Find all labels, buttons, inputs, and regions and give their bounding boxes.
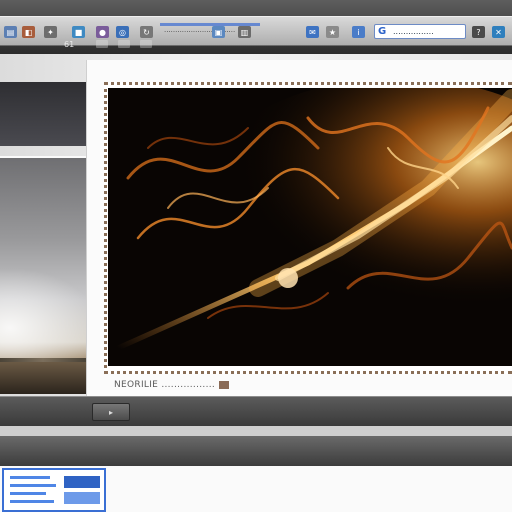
help-icon[interactable]: ? — [472, 26, 485, 38]
toolbar: ▤ ◧ ✦ ■ ● ◎ ↻ ..........................… — [0, 0, 512, 54]
refresh-icon[interactable]: ↻ — [140, 26, 153, 38]
gear-icon[interactable]: ✦ — [44, 26, 57, 38]
nav-button[interactable] — [96, 40, 108, 48]
browser-logo-icon: G — [378, 26, 387, 37]
zoom-level: 61 — [64, 40, 75, 49]
print-icon[interactable]: ▥ — [238, 26, 251, 38]
ground — [0, 362, 86, 394]
lock-icon[interactable]: ■ — [72, 26, 85, 38]
image-icon[interactable]: ◧ — [22, 26, 35, 38]
main-image[interactable] — [108, 88, 512, 366]
play-button[interactable]: ▸ — [92, 403, 130, 421]
mail-icon[interactable]: ✉ — [306, 26, 319, 38]
thumbnail-line — [10, 476, 50, 479]
person-icon[interactable]: ● — [96, 26, 109, 38]
info-icon[interactable]: i — [352, 26, 365, 38]
thumbnail-line — [10, 500, 54, 503]
toolbar-row: ▤ ◧ ✦ ■ ● ◎ ↻ ..........................… — [0, 16, 512, 46]
image-caption: NEORILIE ................. — [114, 380, 230, 390]
search-icon[interactable]: ◎ — [116, 26, 129, 38]
caption-text: NEORILIE ................. — [114, 380, 216, 390]
play-icon: ▸ — [108, 407, 113, 417]
thumbnail-block — [64, 476, 100, 488]
close-icon[interactable]: ✕ — [492, 26, 505, 38]
address-bar[interactable]: G ................ — [374, 24, 466, 39]
status-bar — [0, 436, 512, 466]
star-icon[interactable]: ★ — [326, 26, 339, 38]
copy-icon[interactable]: ▣ — [212, 26, 225, 38]
taskbar-thumbnail[interactable] — [2, 468, 106, 512]
side-panel — [0, 82, 86, 146]
caption-icon — [219, 380, 230, 389]
divider — [0, 426, 512, 436]
thumbnail-line — [10, 492, 46, 495]
thumbnail-line — [10, 484, 56, 487]
address-text: ................ — [393, 27, 434, 36]
bottom-toolbar: ▸ — [0, 396, 512, 426]
folder-icon[interactable]: ▤ — [4, 26, 17, 38]
nav-button[interactable] — [118, 40, 130, 48]
thumbnail-block — [64, 492, 100, 504]
fire-artwork — [108, 88, 512, 366]
side-thumbnail-image[interactable] — [0, 156, 86, 394]
nav-button[interactable] — [140, 40, 152, 48]
